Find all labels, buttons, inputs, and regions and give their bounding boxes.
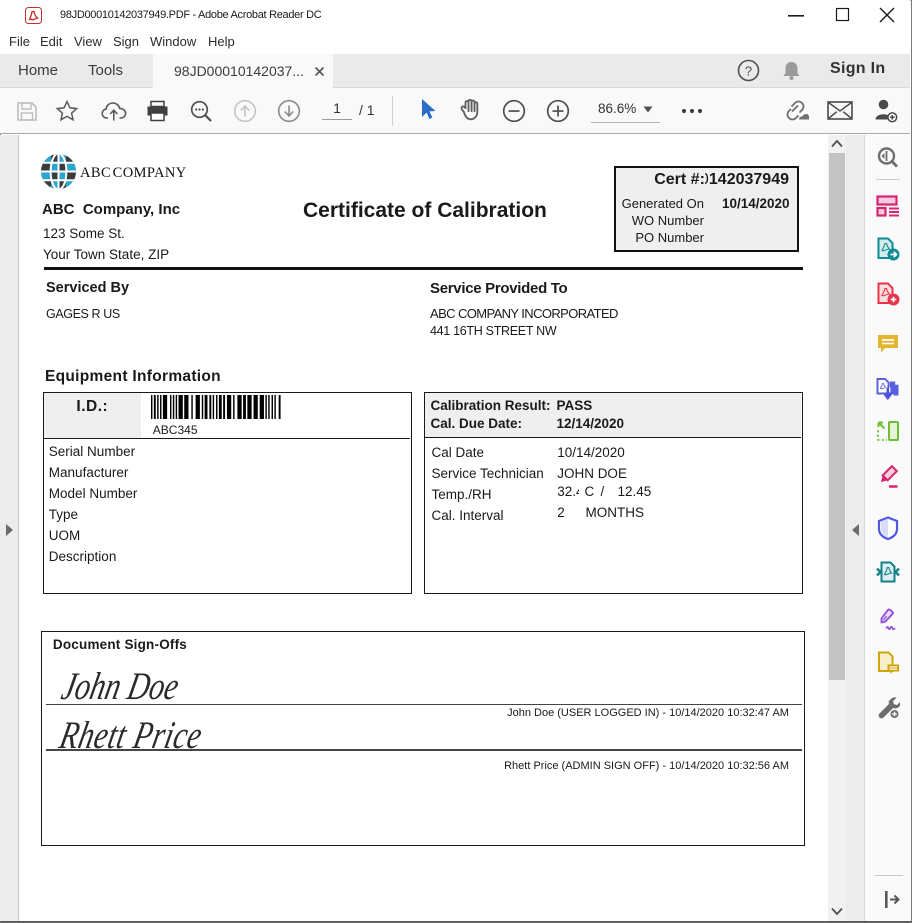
svg-text:?: ? <box>745 63 752 78</box>
